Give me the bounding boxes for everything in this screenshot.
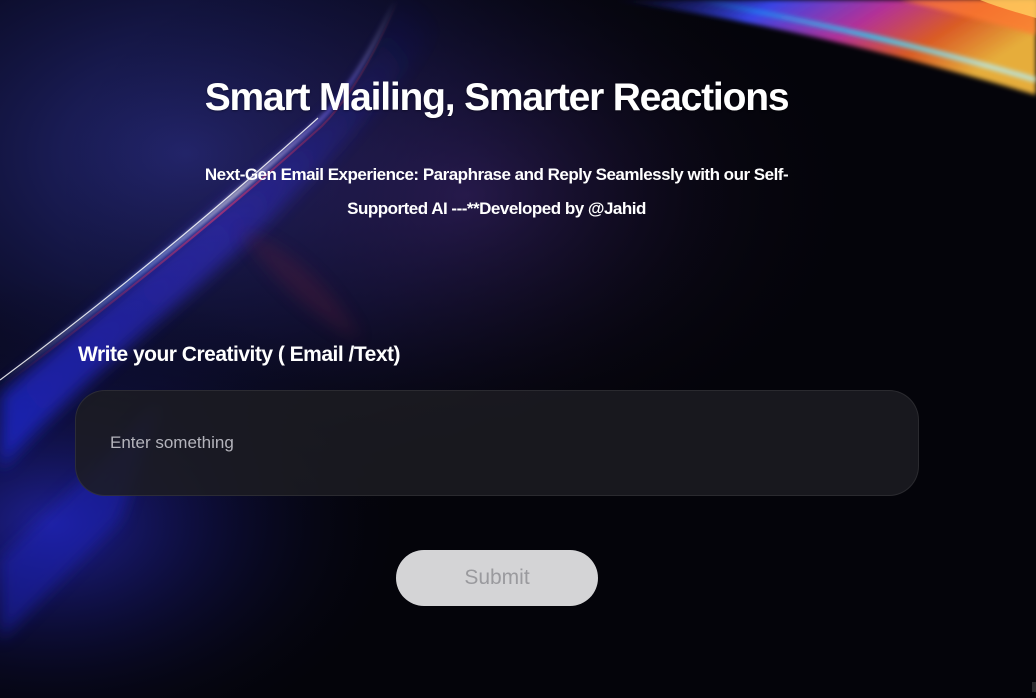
scrollbar-corner bbox=[1032, 682, 1036, 692]
page-title: Smart Mailing, Smarter Reactions bbox=[204, 76, 790, 119]
page-subtitle: Next-Gen Email Experience: Paraphrase an… bbox=[204, 165, 789, 218]
app-page: Smart Mailing, Smarter Reactions Next-Ge… bbox=[0, 0, 1036, 698]
main-content: Smart Mailing, Smarter Reactions Next-Ge… bbox=[0, 0, 1036, 698]
input-label: Write your Creativity ( Email /Text) bbox=[78, 343, 400, 366]
creativity-text-input[interactable] bbox=[75, 390, 919, 496]
submit-button[interactable]: Submit bbox=[396, 550, 598, 606]
